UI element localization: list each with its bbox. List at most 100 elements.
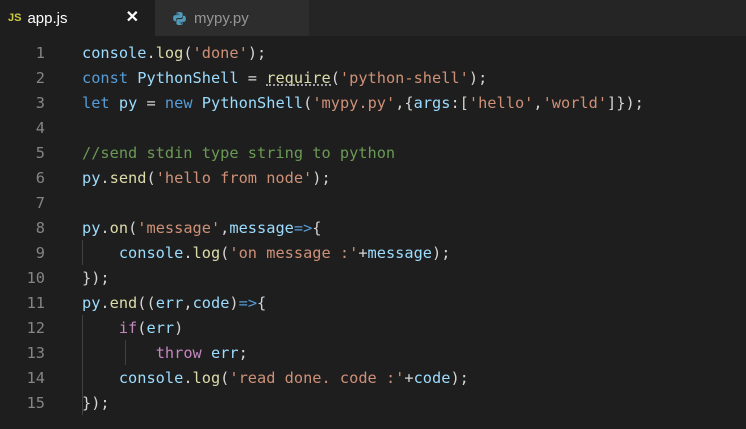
identifier-token: err xyxy=(210,344,239,362)
line-number: 4 xyxy=(35,119,45,137)
tab-bar: JS app.js ✕ mypy.py xyxy=(0,0,746,36)
punctuation-token: ( xyxy=(220,369,230,387)
function-token: on xyxy=(109,219,129,237)
code-line[interactable]: 7 xyxy=(0,191,746,216)
tab-label: mypy.py xyxy=(194,9,249,27)
identifier-token: code xyxy=(192,294,230,312)
keyword-token: => xyxy=(293,219,313,237)
punctuation-token xyxy=(82,319,119,337)
line-code: }); xyxy=(82,266,110,291)
identifier-token: console xyxy=(118,369,184,387)
punctuation-token: = xyxy=(238,69,267,87)
punctuation-token: , xyxy=(533,94,543,112)
punctuation-token: ); xyxy=(247,44,267,62)
identifier-token: err xyxy=(146,319,175,337)
identifier-token: args xyxy=(413,94,451,112)
editor-window: JS app.js ✕ mypy.py 1 console.log('done')… xyxy=(0,0,746,429)
code-line[interactable]: 3 let py = new PythonShell('mypy.py',{arg… xyxy=(0,91,746,116)
punctuation-token: ( xyxy=(303,94,313,112)
punctuation-token: , xyxy=(183,294,193,312)
punctuation-token: + xyxy=(358,244,368,262)
code-line[interactable]: 2 const PythonShell = require ('python-she… xyxy=(0,66,746,91)
string-token: 'read done. code :' xyxy=(229,369,405,387)
punctuation-token: ) xyxy=(229,294,239,312)
identifier-token: console xyxy=(118,244,184,262)
line-code: if(err) xyxy=(82,316,184,341)
punctuation-token: . xyxy=(146,44,156,62)
code-line[interactable]: 12 if(err) xyxy=(0,316,746,341)
line-code: console.log('on message :'+message); xyxy=(82,241,451,266)
identifier-token: py xyxy=(82,294,101,312)
line-code: py.end((err,code)=>{ xyxy=(82,291,266,316)
suggestion-dots xyxy=(266,81,331,86)
line-code: console.log('done'); xyxy=(82,41,266,66)
punctuation-token: ,{ xyxy=(395,94,414,112)
code-editor[interactable]: 1 console.log('done'); 2 const PythonShell … xyxy=(0,40,746,429)
tab-app-js[interactable]: JS app.js ✕ xyxy=(0,0,155,36)
code-line[interactable]: 14 console.log('read done. code :'+code)… xyxy=(0,366,746,391)
code-line[interactable]: 1 console.log('done'); xyxy=(0,41,746,66)
line-code: let py = new PythonShell('mypy.py',{args… xyxy=(82,91,644,116)
function-token: end xyxy=(109,294,138,312)
function-token: log xyxy=(155,44,184,62)
line-code: console.log('read done. code :'+code); xyxy=(82,366,469,391)
javascript-file-icon: JS xyxy=(8,12,22,24)
tab-mypy-py[interactable]: mypy.py xyxy=(155,0,309,36)
punctuation-token: . xyxy=(100,294,110,312)
code-line[interactable]: 6 py.send('hello from node'); xyxy=(0,166,746,191)
close-icon[interactable]: ✕ xyxy=(126,7,139,27)
code-line[interactable]: 11 py.end((err,code)=>{ xyxy=(0,291,746,316)
punctuation-token: ( xyxy=(183,44,193,62)
line-number: 14 xyxy=(26,369,45,387)
punctuation-token: , xyxy=(220,219,230,237)
identifier-token: code xyxy=(413,369,451,387)
identifier-token: message xyxy=(367,244,433,262)
line-number: 15 xyxy=(26,394,45,412)
punctuation-token: ); xyxy=(450,369,469,387)
code-line[interactable]: 13 throw err; xyxy=(0,341,746,366)
punctuation-token: . xyxy=(183,244,193,262)
punctuation-token: ); xyxy=(432,244,451,262)
punctuation-token: { xyxy=(257,294,267,312)
punctuation-token xyxy=(110,94,119,112)
punctuation-token xyxy=(202,344,211,362)
punctuation-token: (( xyxy=(137,294,156,312)
punctuation-token: }); xyxy=(82,394,110,412)
punctuation-token xyxy=(193,94,202,112)
line-number: 13 xyxy=(26,344,45,362)
python-file-icon xyxy=(173,11,186,25)
punctuation-token: :[ xyxy=(450,94,469,112)
code-line[interactable]: 10}); xyxy=(0,266,746,291)
punctuation-token xyxy=(82,344,156,362)
code-line[interactable]: 15}); xyxy=(0,391,746,416)
punctuation-token xyxy=(82,244,119,262)
code-line[interactable]: 4 xyxy=(0,116,746,141)
line-number: 9 xyxy=(35,244,45,262)
string-token: 'mypy.py' xyxy=(312,94,396,112)
punctuation-token: ; xyxy=(238,344,248,362)
code-line[interactable]: 8 py.on('message',message=>{ xyxy=(0,216,746,241)
line-number: 10 xyxy=(26,269,45,287)
line-number: 8 xyxy=(35,219,45,237)
identifier-token: py xyxy=(82,169,101,187)
identifier-token: PythonShell xyxy=(201,94,304,112)
line-code: //send stdin type string to python xyxy=(82,141,395,166)
line-number: 6 xyxy=(35,169,45,187)
line-number: 11 xyxy=(26,294,45,312)
line-number: 7 xyxy=(35,194,45,212)
string-token: 'done' xyxy=(192,44,248,62)
code-line[interactable]: 9 console.log('on message :'+message); xyxy=(0,241,746,266)
punctuation-token: . xyxy=(183,369,193,387)
line-code: py.on('message',message=>{ xyxy=(82,216,322,241)
line-number: 5 xyxy=(35,144,45,162)
line-number: 1 xyxy=(35,44,45,62)
line-number: 12 xyxy=(26,319,45,337)
code-line[interactable]: 5 //send stdin type string to python xyxy=(0,141,746,166)
punctuation-token: + xyxy=(404,369,414,387)
string-token: 'hello' xyxy=(468,94,534,112)
keyword-token: => xyxy=(238,294,258,312)
keyword-token: const xyxy=(82,69,129,87)
punctuation-token: . xyxy=(100,169,110,187)
line-code: }); xyxy=(82,391,110,416)
require-call[interactable]: require xyxy=(266,69,331,87)
